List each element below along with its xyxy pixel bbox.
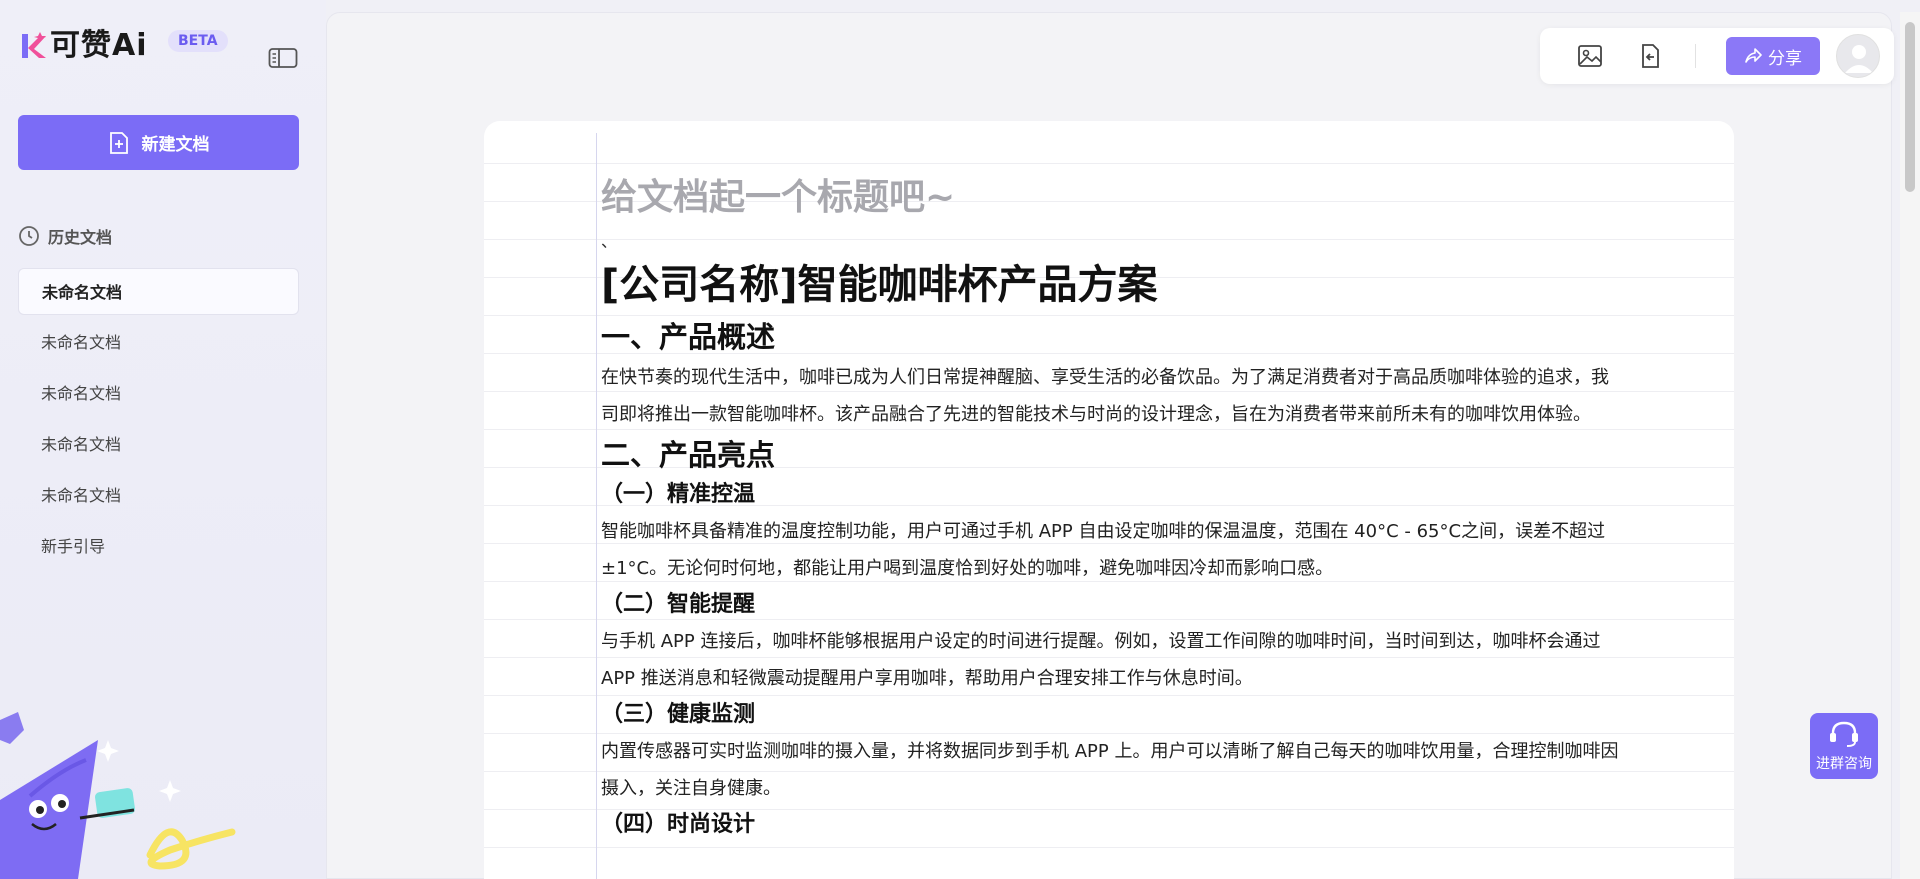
section-title: 二、产品亮点 <box>601 438 776 472</box>
history-doc-item-guide[interactable]: 新手引导 <box>18 523 299 570</box>
subsection-title: （一）精准控温 <box>601 482 756 507</box>
clock-icon <box>19 226 39 246</box>
subsection-title: （二）智能提醒 <box>601 592 756 617</box>
consult-label: 进群咨询 <box>1816 756 1872 772</box>
sidebar-collapse-icon[interactable] <box>268 46 298 70</box>
headset-icon <box>1830 721 1858 747</box>
logo: 可赞Ai <box>18 28 148 64</box>
new-document-button[interactable]: 新建文档 <box>18 115 299 170</box>
subsection-title: （三）健康监测 <box>601 702 756 727</box>
history-header: 历史文档 <box>18 224 112 248</box>
join-group-consult-button[interactable]: 进群咨询 <box>1810 713 1878 779</box>
logo-text: 可赞Ai <box>50 28 148 63</box>
paragraph: 智能咖啡杯具备精准的温度控制功能，用户可通过手机 APP 自由设定咖啡的保温温度… <box>601 521 1606 579</box>
document-heading: [公司名称]智能咖啡杯产品方案 <box>601 262 1158 308</box>
share-button[interactable]: 分享 <box>1726 37 1820 75</box>
beta-badge: BETA <box>168 30 228 52</box>
history-doc-item[interactable]: 未命名文档 <box>18 472 299 519</box>
subsection-title: （四）时尚设计 <box>601 812 756 837</box>
document-content[interactable]: 给文档起一个标题吧~ 、 [公司名称]智能咖啡杯产品方案 一、产品概述 在快节奏… <box>601 173 1621 843</box>
history-doc-item[interactable]: 未命名文档 <box>18 319 299 366</box>
sidebar: 可赞Ai BETA 新建文档 历史文档 未命名文档 未命名文档 未命名文档 未命… <box>0 0 326 879</box>
history-doc-list: 未命名文档 未命名文档 未命名文档 未命名文档 未命名文档 新手引导 <box>18 268 299 574</box>
new-file-icon <box>109 131 128 154</box>
scrollbar-thumb[interactable] <box>1905 22 1915 192</box>
document-editor[interactable]: 给文档起一个标题吧~ 、 [公司名称]智能咖啡杯产品方案 一、产品概述 在快节奏… <box>484 121 1734 879</box>
share-icon <box>1745 48 1762 63</box>
scrollbar[interactable] <box>1900 12 1920 879</box>
paragraph: 与手机 APP 连接后，咖啡杯能够根据用户设定的时间进行提醒。例如，设置工作间隙… <box>601 631 1601 689</box>
logo-k-icon <box>22 32 46 58</box>
history-label: 历史文档 <box>48 228 113 247</box>
export-icon[interactable] <box>1636 42 1664 70</box>
history-doc-item[interactable]: 未命名文档 <box>18 370 299 417</box>
history-doc-item[interactable]: 未命名文档 <box>18 268 299 315</box>
stray-punctuation: 、 <box>601 232 618 251</box>
paragraph: 在快节奏的现代生活中，咖啡已成为人们日常提神醒脑、享受生活的必备饮品。为了满足消… <box>601 367 1609 425</box>
user-icon <box>1845 45 1873 73</box>
toolbar-divider <box>1695 44 1696 68</box>
history-doc-item[interactable]: 未命名文档 <box>18 421 299 468</box>
paragraph: 内置传感器可实时监测咖啡的摄入量，并将数据同步到手机 APP 上。用户可以清晰了… <box>601 741 1619 799</box>
section-title: 一、产品概述 <box>601 320 776 354</box>
new-document-label: 新建文档 <box>141 135 210 155</box>
editor-margin-line <box>596 133 597 879</box>
title-placeholder[interactable]: 给文档起一个标题吧~ <box>601 173 1621 233</box>
top-toolbar: 分享 <box>1540 28 1894 84</box>
insert-image-icon[interactable] <box>1576 42 1604 70</box>
mascot-illustration <box>0 712 236 879</box>
share-label: 分享 <box>1768 48 1802 69</box>
avatar[interactable] <box>1836 34 1880 78</box>
